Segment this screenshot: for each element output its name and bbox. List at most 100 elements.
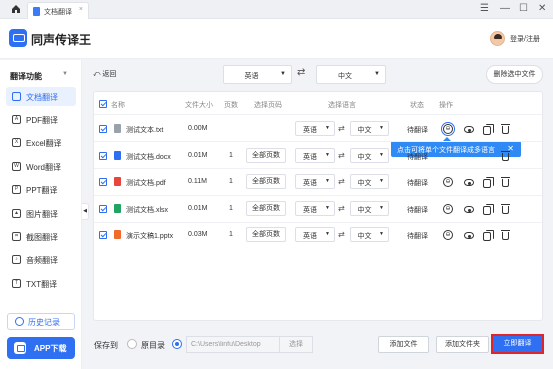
page-select-button[interactable]: 全部页数 bbox=[246, 227, 286, 242]
target-language-select[interactable]: 中文 ▼ bbox=[316, 65, 386, 84]
row-checkbox[interactable] bbox=[99, 231, 107, 239]
app-download-button[interactable]: APP下载 bbox=[7, 337, 75, 359]
page-select-button[interactable]: 全部页数 bbox=[246, 201, 286, 216]
app-logo-icon bbox=[9, 29, 27, 47]
multi-language-icon[interactable]: ⊖ bbox=[443, 230, 453, 240]
copy-icon[interactable] bbox=[483, 177, 494, 188]
row-target-language-value: 中文 bbox=[357, 207, 372, 214]
row-target-language-select[interactable]: 中文 ▼ bbox=[350, 227, 389, 242]
copy-icon[interactable] bbox=[483, 124, 494, 135]
txt-file-icon bbox=[114, 124, 121, 133]
sidebar-item-document[interactable]: 文档翻译 bbox=[6, 87, 76, 106]
preview-eye-icon[interactable] bbox=[464, 179, 474, 186]
file-status: 待翻译 bbox=[407, 127, 428, 134]
row-checkbox[interactable] bbox=[99, 125, 107, 133]
delete-selected-button[interactable]: 删除选中文件 bbox=[486, 65, 543, 84]
row-divider bbox=[94, 195, 542, 196]
caret-down-icon: ▼ bbox=[325, 205, 330, 211]
target-language-value: 中文 bbox=[338, 73, 352, 80]
row-target-language-select[interactable]: 中文 ▼ bbox=[350, 121, 389, 136]
delete-trash-icon[interactable] bbox=[501, 151, 510, 161]
choose-path-button[interactable]: 选择 bbox=[279, 336, 313, 353]
swap-language-icon[interactable]: ⇄ bbox=[338, 177, 345, 186]
swap-language-icon[interactable]: ⇄ bbox=[338, 230, 345, 239]
close-icon[interactable]: ✕ bbox=[538, 3, 546, 15]
row-target-language-select[interactable]: 中文 ▼ bbox=[350, 174, 389, 189]
tab-close-icon[interactable]: × bbox=[79, 6, 83, 13]
file-pages: 1 bbox=[229, 178, 233, 185]
sidebar-item-image[interactable]: ▲ 图片翻译 bbox=[6, 204, 76, 223]
chevron-down-icon[interactable]: ▼ bbox=[62, 71, 68, 77]
copy-icon[interactable] bbox=[483, 230, 494, 241]
multi-language-icon[interactable]: ⊖ bbox=[443, 204, 453, 214]
header-actions: 操作 bbox=[439, 102, 453, 109]
sidebar-item-word[interactable]: W Word翻译 bbox=[6, 157, 76, 176]
row-target-language-select[interactable]: 中文 ▼ bbox=[350, 201, 389, 216]
delete-trash-icon[interactable] bbox=[501, 230, 510, 240]
row-divider bbox=[94, 114, 542, 115]
history-button[interactable]: 历史记录 bbox=[7, 313, 75, 330]
sidebar-item-label: 文档翻译 bbox=[26, 93, 58, 102]
sidebar-collapse-icon[interactable]: ◀ bbox=[82, 203, 89, 220]
sidebar-item-ppt[interactable]: P PPT翻译 bbox=[6, 180, 76, 199]
caret-down-icon: ▼ bbox=[379, 231, 384, 237]
select-all-checkbox[interactable] bbox=[99, 100, 107, 108]
excel-file-icon bbox=[114, 204, 121, 213]
row-source-language-select[interactable]: 英语 ▼ bbox=[295, 174, 335, 189]
login-link[interactable]: 登录/注册 bbox=[510, 34, 540, 44]
preview-eye-icon[interactable] bbox=[464, 232, 474, 239]
row-source-language-select[interactable]: 英语 ▼ bbox=[295, 121, 335, 136]
row-source-language-select[interactable]: 英语 ▼ bbox=[295, 227, 335, 242]
maximize-icon[interactable]: ☐ bbox=[519, 3, 528, 15]
tab-document-translate[interactable]: 文档翻译 × bbox=[27, 2, 89, 19]
row-source-language-select[interactable]: 英语 ▼ bbox=[295, 201, 335, 216]
copy-icon[interactable] bbox=[483, 204, 494, 215]
original-dir-radio[interactable] bbox=[127, 339, 137, 349]
minimize-icon[interactable]: — bbox=[500, 3, 510, 15]
image-icon: ▲ bbox=[12, 209, 21, 218]
row-target-language-select[interactable]: 中文 ▼ bbox=[350, 148, 389, 163]
delete-trash-icon[interactable] bbox=[501, 124, 510, 134]
source-language-select[interactable]: 英语 ▼ bbox=[223, 65, 292, 84]
caret-down-icon: ▼ bbox=[379, 205, 384, 211]
save-path-input[interactable] bbox=[186, 336, 280, 353]
multi-language-icon[interactable]: ⊖ bbox=[441, 122, 455, 136]
app-header: 同声传译王 登录/注册 bbox=[0, 19, 553, 59]
row-source-language-select[interactable]: 英语 ▼ bbox=[295, 148, 335, 163]
page-select-button[interactable]: 全部页数 bbox=[246, 174, 286, 189]
sidebar-item-screenshot[interactable]: ⌗ 截图翻译 bbox=[6, 227, 76, 246]
screenshot-icon: ⌗ bbox=[12, 232, 21, 241]
swap-language-icon[interactable]: ⇄ bbox=[338, 204, 345, 213]
sidebar-item-txt[interactable]: T TXT翻译 bbox=[6, 274, 76, 293]
custom-dir-radio[interactable] bbox=[172, 339, 182, 349]
preview-eye-icon[interactable] bbox=[464, 206, 474, 213]
swap-language-icon[interactable]: ⇄ bbox=[297, 67, 305, 78]
file-size: 0.03M bbox=[188, 231, 208, 238]
home-icon[interactable] bbox=[11, 4, 21, 14]
multi-language-icon[interactable]: ⊖ bbox=[443, 177, 453, 187]
row-checkbox[interactable] bbox=[99, 205, 107, 213]
row-checkbox[interactable] bbox=[99, 178, 107, 186]
row-checkbox[interactable] bbox=[99, 152, 107, 160]
menu-icon[interactable]: ☰ bbox=[480, 3, 489, 15]
sidebar-item-pdf[interactable]: A PDF翻译 bbox=[6, 110, 76, 129]
back-button[interactable]: ⤺ 返回 bbox=[93, 69, 116, 79]
pdf-icon: A bbox=[12, 115, 21, 124]
page-select-button[interactable]: 全部页数 bbox=[246, 148, 286, 163]
delete-trash-icon[interactable] bbox=[501, 204, 510, 214]
file-name: 测试文档.docx bbox=[126, 154, 171, 161]
avatar[interactable] bbox=[490, 31, 505, 46]
original-dir-label: 原目录 bbox=[141, 341, 165, 350]
sidebar-item-excel[interactable]: X Excel翻译 bbox=[6, 133, 76, 152]
start-translate-button[interactable]: 立即翻译 bbox=[491, 334, 544, 354]
sidebar-item-audio[interactable]: ♪ 音频翻译 bbox=[6, 250, 76, 269]
delete-trash-icon[interactable] bbox=[501, 177, 510, 187]
swap-language-icon[interactable]: ⇄ bbox=[338, 124, 345, 133]
sidebar-section-title[interactable]: 翻译功能 bbox=[10, 71, 42, 82]
pdf-file-icon bbox=[114, 177, 121, 186]
add-folder-button[interactable]: 添加文件夹 bbox=[436, 336, 489, 353]
preview-eye-icon[interactable] bbox=[464, 126, 474, 133]
add-file-button[interactable]: 添加文件 bbox=[378, 336, 429, 353]
swap-language-icon[interactable]: ⇄ bbox=[338, 151, 345, 160]
header-pages: 页数 bbox=[224, 102, 238, 109]
